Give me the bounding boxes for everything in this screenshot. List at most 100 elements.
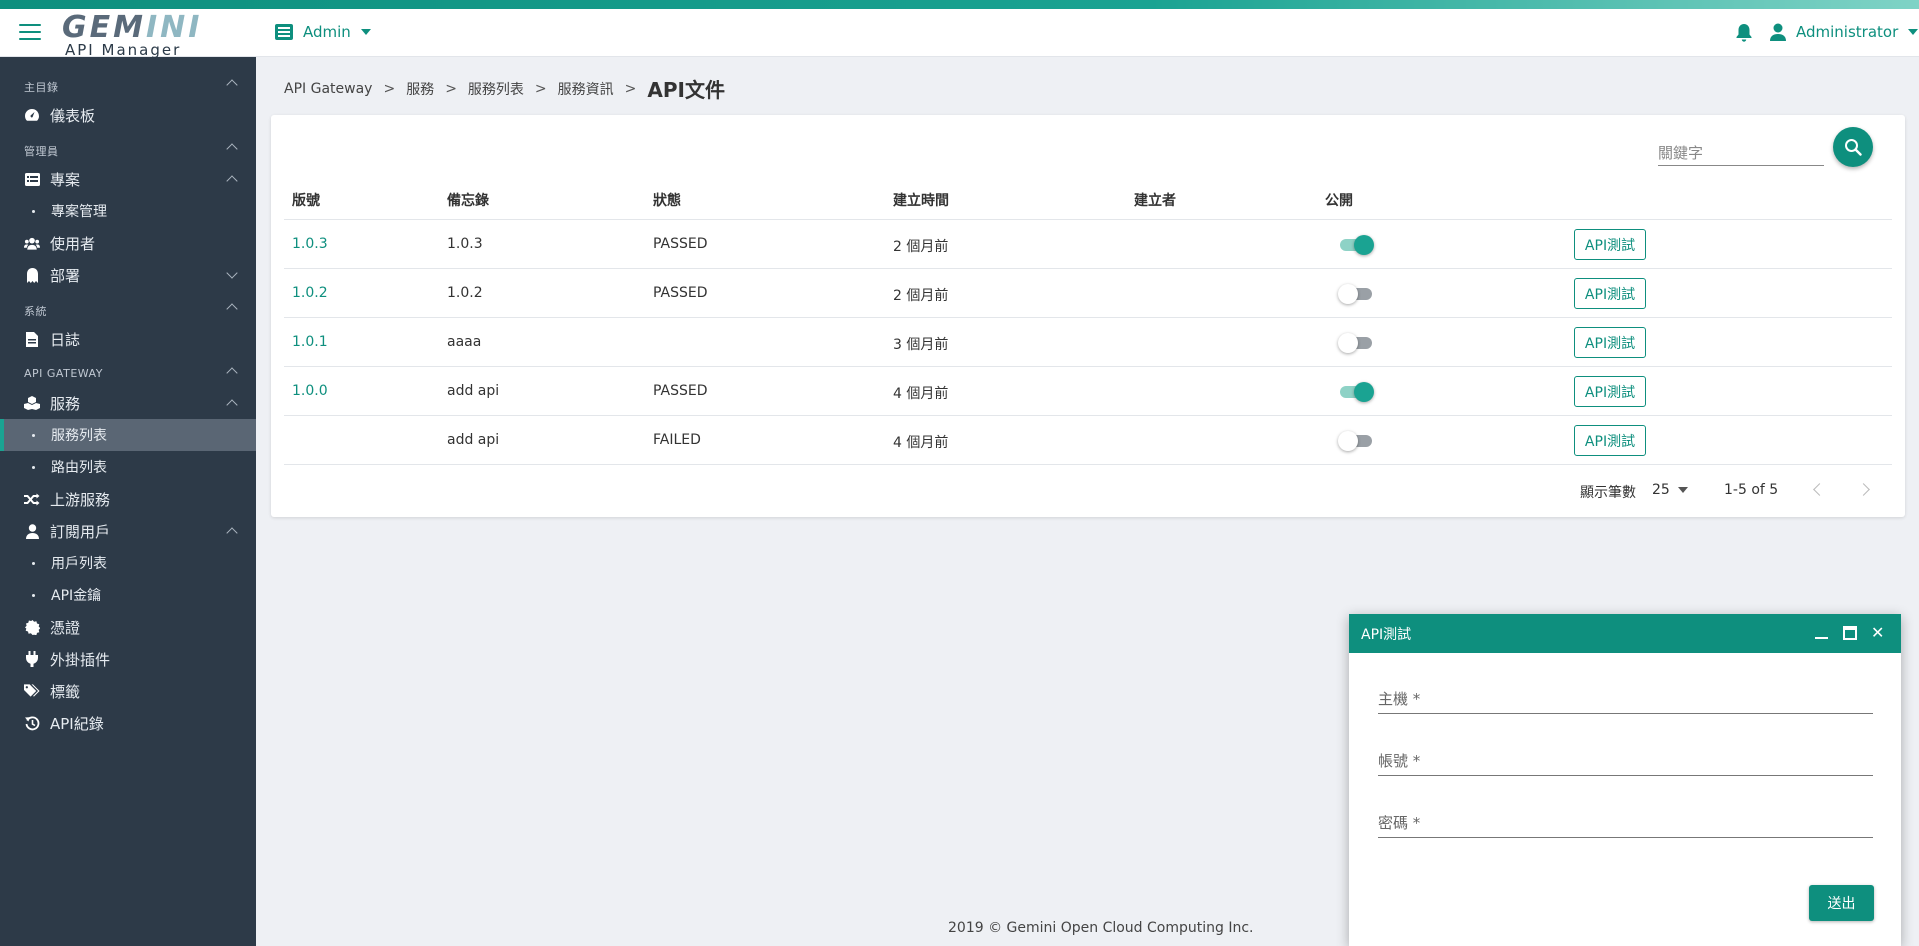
sidebar-item-tags[interactable]: 標籤 bbox=[0, 675, 256, 707]
sidebar-item-api-records[interactable]: API紀錄 bbox=[0, 707, 256, 739]
breadcrumb-item[interactable]: 服務資訊 bbox=[558, 79, 614, 99]
column-header-memo[interactable]: 備忘錄 bbox=[447, 190, 489, 210]
sidebar-item-label: 部署 bbox=[50, 266, 81, 285]
dashboard-icon bbox=[24, 107, 40, 123]
sidebar-item-service-list[interactable]: 服務列表 bbox=[0, 419, 256, 451]
bell-icon[interactable] bbox=[1735, 23, 1753, 43]
api-test-button[interactable]: API測試 bbox=[1574, 278, 1646, 309]
public-toggle[interactable] bbox=[1338, 283, 1374, 304]
app-header: GEMINI API Manager Admin Administrator bbox=[0, 9, 1919, 59]
sidebar-item-label: 日誌 bbox=[50, 330, 81, 349]
sidebar-item-label: 服務 bbox=[50, 394, 81, 413]
chevron-up-icon[interactable] bbox=[226, 303, 238, 315]
sidebar-item-label: 外掛插件 bbox=[50, 650, 111, 669]
version-link[interactable]: 1.0.3 bbox=[292, 236, 328, 252]
caret-down-icon bbox=[360, 29, 371, 35]
sidebar-item-plugins[interactable]: 外掛插件 bbox=[0, 643, 256, 675]
api-test-dialog: API測試 ✕ 送出 bbox=[1349, 614, 1901, 946]
sidebar-item-label: 用戶列表 bbox=[51, 556, 107, 572]
sidebar-section-gateway: API GATEWAY bbox=[24, 367, 103, 380]
user-menu[interactable]: Administrator bbox=[1770, 23, 1919, 41]
ghost-icon bbox=[24, 267, 40, 283]
version-link[interactable]: 1.0.1 bbox=[292, 334, 328, 350]
menu-toggle-icon[interactable] bbox=[19, 24, 41, 42]
page-title: API文件 bbox=[647, 78, 725, 102]
bullet-icon bbox=[32, 465, 35, 469]
user-icon bbox=[24, 523, 40, 539]
submit-button[interactable]: 送出 bbox=[1809, 885, 1874, 921]
minimize-icon[interactable] bbox=[1815, 626, 1829, 640]
sidebar-item-services[interactable]: 服務 bbox=[0, 387, 256, 419]
password-field[interactable] bbox=[1378, 808, 1873, 838]
column-header-version[interactable]: 版號 bbox=[292, 190, 320, 210]
sidebar-item-label: 使用者 bbox=[50, 234, 96, 253]
sidebar-item-users[interactable]: 使用者 bbox=[0, 227, 256, 259]
created-cell: 2 個月前 bbox=[893, 239, 949, 255]
sidebar-item-upstream[interactable]: 上游服務 bbox=[0, 483, 256, 515]
api-test-button[interactable]: API測試 bbox=[1574, 425, 1646, 456]
breadcrumb-item[interactable]: 服務列表 bbox=[468, 79, 524, 99]
column-header-created[interactable]: 建立時間 bbox=[893, 190, 949, 210]
search-icon bbox=[1845, 139, 1862, 156]
top-accent-bar bbox=[0, 0, 1919, 9]
search-button[interactable] bbox=[1833, 127, 1873, 167]
logo-subtitle: API Manager bbox=[65, 41, 182, 59]
status-cell: FAILED bbox=[653, 432, 701, 448]
version-link[interactable]: 1.0.0 bbox=[292, 383, 328, 399]
breadcrumb-item[interactable]: API Gateway bbox=[284, 81, 372, 97]
cubes-icon bbox=[24, 395, 40, 411]
close-icon[interactable]: ✕ bbox=[1871, 625, 1885, 641]
maximize-icon[interactable] bbox=[1843, 626, 1857, 640]
sidebar-item-departments[interactable]: 部署 bbox=[0, 259, 256, 291]
sidebar-item-label: 上游服務 bbox=[50, 490, 111, 509]
sidebar-item-label: API金鑰 bbox=[51, 588, 102, 604]
breadcrumb: API Gateway > 服務 > 服務列表 > 服務資訊 > API文件 bbox=[284, 74, 725, 103]
version-link[interactable]: 1.0.2 bbox=[292, 285, 328, 301]
breadcrumb-separator: > bbox=[383, 80, 396, 97]
admin-menu[interactable]: Admin bbox=[275, 23, 371, 41]
sidebar-item-subscribers[interactable]: 訂閱用戶 bbox=[0, 515, 256, 547]
breadcrumb-item[interactable]: 服務 bbox=[406, 79, 434, 99]
logo-wordmark: GEMINI bbox=[62, 10, 203, 45]
sidebar-item-api-keys[interactable]: API金鑰 bbox=[0, 579, 256, 611]
host-field[interactable] bbox=[1378, 684, 1873, 714]
rows-per-page-select[interactable]: 25 bbox=[1652, 482, 1688, 498]
table-divider bbox=[284, 464, 1892, 465]
table-row: 1.0.0 add api PASSED 4 個月前 API測試 bbox=[284, 366, 1892, 415]
account-field[interactable] bbox=[1378, 746, 1873, 776]
public-toggle[interactable] bbox=[1338, 381, 1374, 402]
sidebar-item-dashboard[interactable]: 儀表板 bbox=[0, 99, 256, 131]
public-toggle[interactable] bbox=[1338, 332, 1374, 353]
public-toggle[interactable] bbox=[1338, 234, 1374, 255]
footer-copyright: 2019 © Gemini Open Cloud Computing Inc. bbox=[948, 920, 1254, 936]
api-test-button[interactable]: API測試 bbox=[1574, 376, 1646, 407]
bullet-icon bbox=[32, 209, 35, 213]
sidebar-section-main: 主目錄 bbox=[24, 81, 59, 94]
chevron-up-icon[interactable] bbox=[226, 79, 238, 91]
search-input[interactable] bbox=[1658, 140, 1824, 166]
bullet-icon bbox=[32, 433, 35, 437]
api-test-button[interactable]: API測試 bbox=[1574, 229, 1646, 260]
plug-icon bbox=[24, 651, 40, 667]
chevron-up-icon[interactable] bbox=[226, 367, 238, 379]
memo-cell: 1.0.3 bbox=[447, 236, 483, 252]
memo-cell: add api bbox=[447, 432, 500, 448]
chevron-up-icon[interactable] bbox=[226, 143, 238, 155]
sidebar-item-certificates[interactable]: 憑證 bbox=[0, 611, 256, 643]
sidebar-item-user-list[interactable]: 用戶列表 bbox=[0, 547, 256, 579]
sidebar-item-logs[interactable]: 日誌 bbox=[0, 323, 256, 355]
bullet-icon bbox=[32, 561, 35, 565]
sidebar-item-route-list[interactable]: 路由列表 bbox=[0, 451, 256, 483]
column-header-creator[interactable]: 建立者 bbox=[1134, 190, 1176, 210]
gemini-logo[interactable]: GEMINI API Manager bbox=[62, 10, 203, 59]
sidebar-item-project-mgmt[interactable]: 專案管理 bbox=[0, 195, 256, 227]
sidebar-item-projects[interactable]: 專案 bbox=[0, 163, 256, 195]
history-icon bbox=[24, 715, 40, 731]
sidebar-item-label: API紀錄 bbox=[50, 714, 104, 733]
list-icon bbox=[275, 24, 293, 40]
column-header-status[interactable]: 狀態 bbox=[653, 190, 681, 210]
public-toggle[interactable] bbox=[1338, 430, 1374, 451]
pagination-range: 1-5 of 5 bbox=[1724, 482, 1779, 498]
api-test-button[interactable]: API測試 bbox=[1574, 327, 1646, 358]
column-header-public[interactable]: 公開 bbox=[1325, 190, 1353, 210]
